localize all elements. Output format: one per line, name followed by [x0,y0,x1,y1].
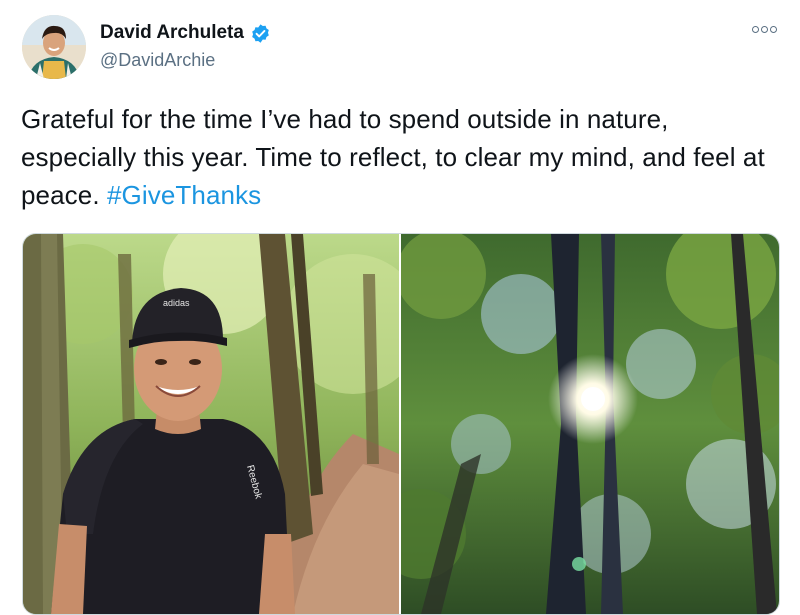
author-name[interactable]: David Archuleta [100,22,244,44]
author-handle[interactable]: @DavidArchie [100,50,215,71]
cap-logo-text: adidas [163,298,190,308]
dot [761,26,768,33]
dot [752,26,759,33]
photo-person-in-forest[interactable]: adidas Reebok [23,234,399,614]
media-grid: adidas Reebok [22,233,780,615]
photo-sun-through-trees[interactable] [401,234,779,614]
avatar[interactable] [22,15,86,79]
tweet-text: Grateful for the time I’ve had to spend … [21,100,781,214]
author-name-row: David Archuleta [100,22,271,44]
hashtag-link[interactable]: #GiveThanks [107,180,261,210]
verified-badge-icon [250,23,271,44]
dot [770,26,777,33]
tweet: David Archuleta @DavidArchie Grateful fo… [0,0,800,615]
more-options-icon[interactable] [752,26,777,33]
